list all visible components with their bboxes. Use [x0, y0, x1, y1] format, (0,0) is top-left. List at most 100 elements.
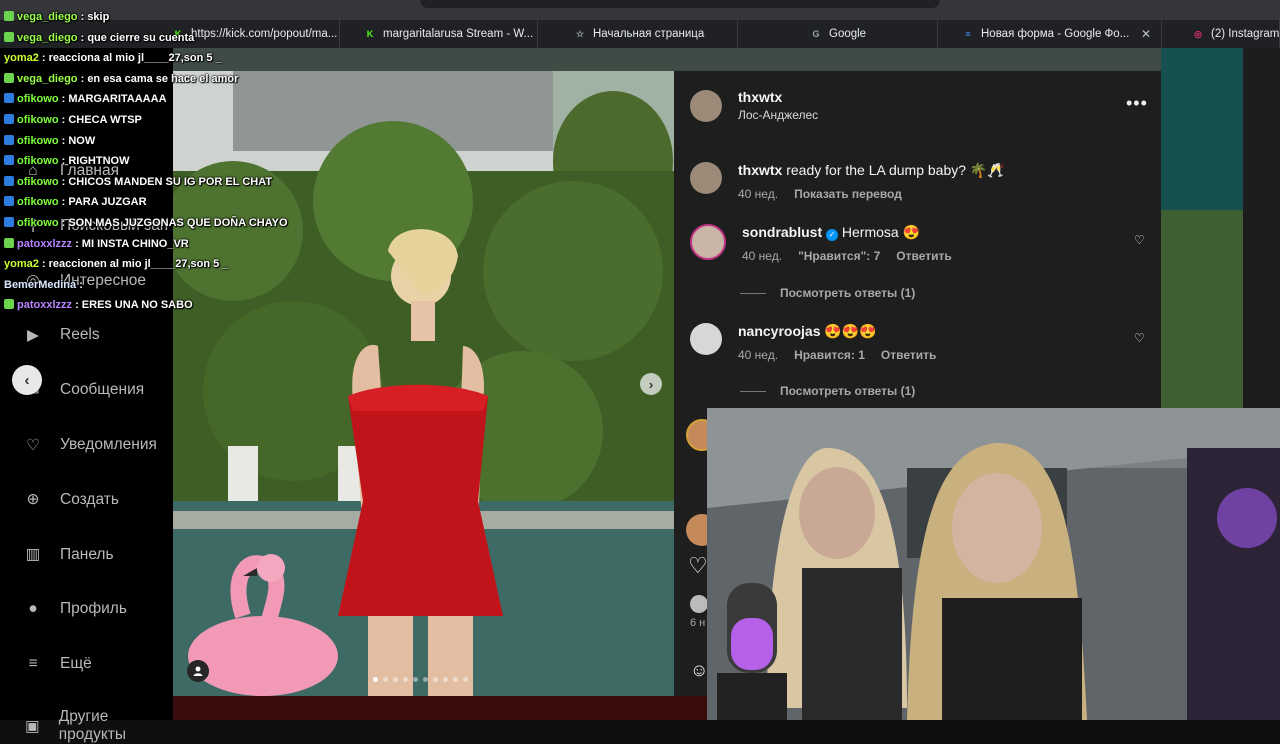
post-location[interactable]: Лос-Анджелес [738, 108, 818, 122]
chat-username[interactable]: ofikowo [17, 114, 59, 126]
emoji-icon[interactable]: ☺ [690, 660, 708, 681]
chart-icon: ▥ [25, 546, 41, 564]
chat-badge-icon [4, 217, 14, 227]
comment-likes[interactable]: Нравится: 1 [794, 348, 865, 362]
background-feed-image [1161, 210, 1243, 408]
tab-title: Новая форма - Google Фо... [981, 28, 1130, 40]
close-tab-icon[interactable]: ✕ [1141, 27, 1151, 41]
reply-button[interactable]: Ответить [881, 348, 936, 362]
chat-username[interactable]: patoxxlzzz [17, 299, 72, 311]
browser-tab[interactable]: ☆ Начальная страница [566, 20, 738, 48]
comment-time: 40 нед. [738, 348, 779, 362]
view-replies-label: Посмотреть ответы (1) [780, 286, 916, 300]
post-header: thxwtx Лос-Анджелес [690, 89, 818, 122]
chat-message: ofikowo : CHICOS MANDEN SU IG POR EL CHA… [4, 175, 272, 188]
commenter-avatar[interactable] [690, 224, 726, 260]
chat-username[interactable]: yoma2 [4, 258, 39, 270]
author-avatar[interactable] [690, 89, 722, 122]
chat-text: : en esa cama se hace el amor [80, 72, 239, 85]
chat-badge-icon [4, 134, 14, 145]
caption-username[interactable]: thxwtx [738, 162, 782, 178]
chat-username[interactable]: patoxxlzzz [17, 238, 72, 250]
view-replies-button[interactable]: Посмотреть ответы (1) [740, 384, 915, 398]
chat-text: : SON MAS JUZGONAS QUE DOÑA CHAYO [61, 217, 288, 229]
chat-badge-icon [4, 237, 14, 248]
chat-message: patoxxlzzz : ERES UNA NO SABO [4, 299, 193, 311]
like-comment-heart-icon[interactable]: ♡ [1134, 331, 1145, 345]
tagged-user-icon[interactable] [187, 660, 209, 682]
chat-username[interactable]: ofikowo [17, 135, 59, 147]
post-image[interactable] [173, 71, 674, 696]
sidebar-item[interactable]: ● Профиль [22, 598, 127, 620]
sidebar-item[interactable]: ▣ Другие продукты [22, 708, 173, 744]
caption-avatar[interactable] [690, 162, 722, 194]
chat-username[interactable]: ofikowo [17, 176, 59, 188]
more-options-icon[interactable]: ••• [1126, 93, 1148, 114]
comment-username[interactable]: sondrablust [742, 224, 822, 240]
comment-likes[interactable]: "Нравится": 7 [798, 249, 880, 263]
sidebar-item-label: Уведомления [60, 436, 157, 453]
heart-icon: ♡ [26, 436, 40, 454]
like-comment-heart-icon[interactable]: ♡ [1134, 233, 1145, 247]
browser-tab[interactable]: Kmargaritalarusa Stream - W... [356, 20, 538, 48]
chat-message: ofikowo : NOW [4, 134, 95, 147]
chat-username[interactable]: BemerMedina [4, 279, 76, 291]
sidebar-item[interactable]: ▥ Панель [22, 544, 114, 566]
plus-icon: ⊕ [26, 491, 40, 509]
chat-message: ofikowo : MARGARITAAAAA [4, 93, 167, 105]
tab-title: margaritalarusa Stream - W... [383, 28, 534, 40]
author-username[interactable]: thxwtx [738, 89, 818, 105]
comment-time: 40 нед. [742, 249, 783, 263]
chat-badge-icon [4, 11, 14, 21]
next-image-button[interactable]: › [640, 373, 662, 395]
caption-text-row: thxwtx ready for the LA dump baby? 🌴🥂 [738, 162, 1005, 179]
view-replies-button[interactable]: Посмотреть ответы (1) [740, 286, 915, 300]
background-strip [173, 48, 1161, 71]
chat-message: yoma2 : reaccionen al mio jl____27,son 5… [4, 258, 228, 270]
comment-row: sondrablust ✓ Hermosa 😍 40 нед. "Нравится… [690, 224, 952, 263]
chat-username[interactable]: vega_diego [17, 11, 78, 23]
chat-message: BemerMedina : [4, 279, 83, 291]
chat-username[interactable]: vega_diego [17, 32, 78, 44]
tab-favicon-icon: G [812, 29, 820, 39]
chat-message: patoxxlzzz : MI INSTA CHINO_VR [4, 237, 189, 250]
comment-meta: 40 нед. Нравится: 1 Ответить [738, 348, 936, 362]
chat-username[interactable]: ofikowo [17, 217, 59, 229]
sidebar-item[interactable]: ▶ Reels [22, 324, 100, 346]
chat-username[interactable]: ofikowo [17, 93, 59, 105]
commenter-avatar[interactable] [690, 323, 722, 355]
reply-button[interactable]: Ответить [896, 249, 951, 263]
chat-username[interactable]: yoma2 [4, 52, 39, 64]
address-bar[interactable] [420, 0, 940, 8]
tab-title: https://kick.com/popout/ma... [191, 28, 338, 40]
chat-username[interactable]: ofikowo [17, 155, 59, 167]
sidebar-item-label: Профиль [60, 600, 127, 618]
caption-text: ready for the LA dump baby? 🌴🥂 [786, 162, 1005, 178]
chat-message: vega_diego : en esa cama se hace el amor [4, 72, 239, 85]
sidebar-item[interactable]: ⊕ Создать [22, 489, 119, 511]
chat-badge-icon [4, 196, 14, 207]
chat-username[interactable]: ofikowo [17, 196, 59, 208]
sidebar-item[interactable]: ♡ Уведомления [22, 434, 157, 456]
browser-tab[interactable]: ◎ (2) Instagram [1184, 20, 1280, 48]
chat-message: ofikowo : SON MAS JUZGONAS QUE DOÑA CHAY… [4, 217, 288, 229]
chat-text: : CHECA WTSP [61, 114, 142, 126]
previous-post-button[interactable]: ‹ [12, 365, 42, 395]
browser-tab[interactable]: ≡ Новая форма - Google Фо... ✕ [954, 20, 1162, 48]
chat-badge-icon [4, 155, 14, 166]
like-post-heart-icon[interactable]: ♡ [688, 553, 708, 579]
chat-text: : MI INSTA CHINO_VR [75, 237, 189, 250]
sidebar-item[interactable]: ≡ Ещё [22, 653, 91, 675]
chat-message: ofikowo : RIGHTNOW [4, 155, 129, 167]
reels-icon: ▶ [27, 326, 39, 344]
comment-username[interactable]: nancyroojas [738, 323, 820, 339]
chat-text: : MARGARITAAAAA [61, 93, 167, 106]
translate-link[interactable]: Показать перевод [794, 187, 902, 201]
chat-message: vega_diego : que cierre su cuenta [4, 31, 194, 44]
comment-text-row: nancyroojas 😍😍😍 [738, 323, 936, 340]
browser-tab[interactable]: G Google [802, 20, 938, 48]
sidebar-item-label: Сообщения [60, 381, 145, 399]
tab-title: Начальная страница [593, 28, 705, 40]
chat-username[interactable]: vega_diego [17, 73, 78, 85]
comment-text: 😍😍😍 [824, 323, 877, 339]
